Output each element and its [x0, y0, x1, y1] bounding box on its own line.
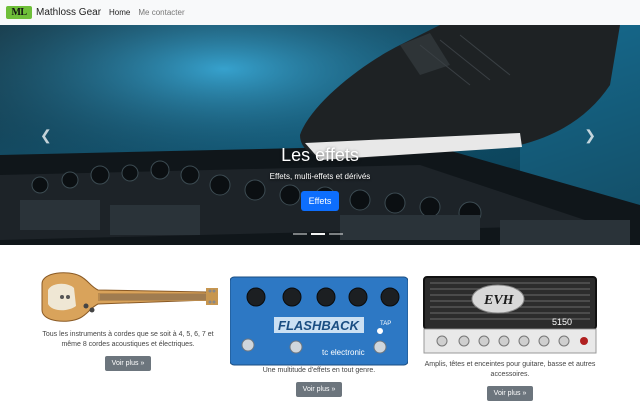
carousel-indicators	[293, 233, 343, 235]
logo-text: ML	[11, 7, 27, 18]
product-description: Tous les instruments à cordes que se soi…	[42, 331, 214, 348]
product-description: Une multitude d'effets en tout genre.	[262, 367, 376, 374]
brand-name[interactable]: Mathloss Gear	[36, 7, 101, 18]
chevron-right-icon[interactable]: ❯	[584, 127, 596, 144]
effects-pedal-image: FLASHBACK TAP tc electronic	[230, 276, 408, 366]
carousel-effects-button[interactable]: Effets	[300, 191, 340, 211]
product-card-instruments: Tous les instruments à cordes que se soi…	[38, 330, 218, 371]
carousel-subtitle: Effets, multi-effets et dérivés	[269, 172, 371, 181]
carousel-indicator[interactable]	[293, 233, 307, 235]
carousel-indicator[interactable]	[329, 233, 343, 235]
navbar: ML Mathloss Gear Home Me contacter	[0, 0, 640, 25]
products-section: Tous les instruments à cordes que se soi…	[0, 245, 640, 401]
product-card-effects: Une multitude d'effets en tout genre. Vo…	[228, 366, 410, 397]
svg-text:FLASHBACK: FLASHBACK	[278, 318, 360, 333]
amp-head-image: EVH 5150	[423, 276, 597, 354]
product-description: Amplis, têtes et enceintes pour guitare,…	[424, 361, 596, 378]
svg-text:5150: 5150	[552, 317, 572, 327]
see-more-button[interactable]: Voir plus »	[295, 382, 343, 397]
carousel-slide-image	[0, 25, 640, 245]
guitar-image	[41, 272, 218, 322]
nav-link-contact[interactable]: Me contacter	[138, 8, 184, 17]
hero-carousel: Les effets Effets, multi-effets et dériv…	[0, 25, 640, 245]
carousel-caption: Les effets Effets, multi-effets et dériv…	[0, 145, 640, 211]
carousel-title: Les effets	[281, 145, 359, 165]
product-card-amps: Amplis, têtes et enceintes pour guitare,…	[420, 360, 600, 401]
see-more-button[interactable]: Voir plus »	[486, 386, 534, 401]
carousel-indicator[interactable]	[311, 233, 325, 235]
chevron-left-icon[interactable]: ❮	[40, 127, 52, 144]
svg-text:EVH: EVH	[483, 293, 515, 308]
brand-logo[interactable]: ML	[6, 6, 32, 19]
nav-link-home[interactable]: Home	[109, 8, 130, 17]
svg-text:tc electronic: tc electronic	[322, 348, 365, 357]
see-more-button[interactable]: Voir plus »	[104, 356, 152, 371]
svg-text:TAP: TAP	[380, 321, 391, 327]
